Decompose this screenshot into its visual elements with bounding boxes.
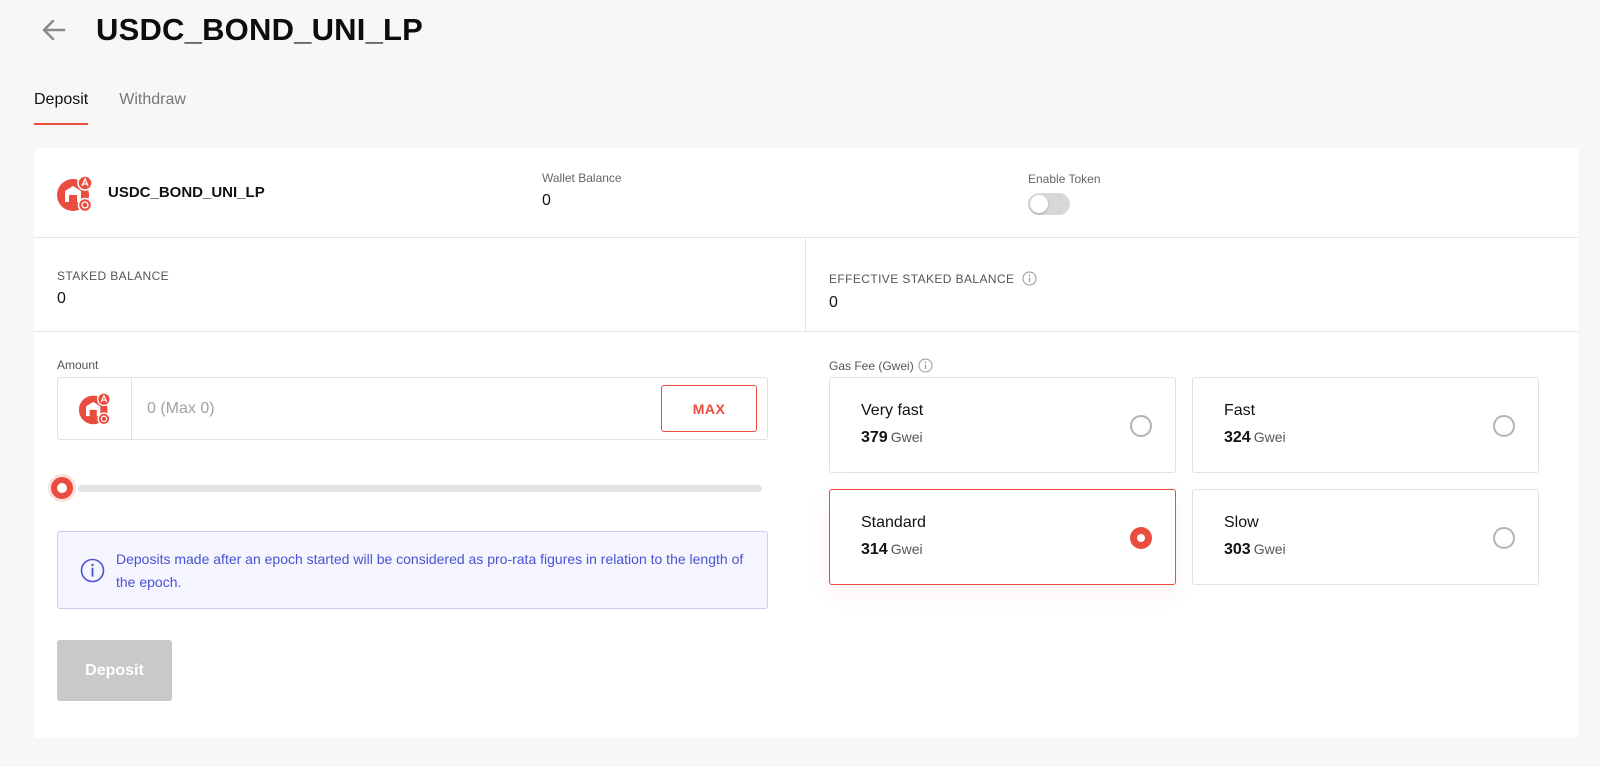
effective-staked-label: EFFECTIVE STAKED BALANCE (829, 271, 1015, 286)
gas-radio[interactable] (1493, 527, 1515, 549)
gas-option-value: 379 Gwei (861, 429, 923, 446)
info-icon[interactable] (1022, 271, 1037, 286)
epoch-notice: Deposits made after an epoch started wil… (57, 531, 768, 609)
gas-option-name: Fast (1224, 402, 1256, 419)
gas-option-value: 303 Gwei (1224, 541, 1286, 558)
token-logo-icon (78, 391, 111, 425)
gas-option-name: Standard (861, 514, 926, 531)
tab-bar: Deposit Withdraw (34, 86, 217, 125)
gas-option-standard[interactable]: Standard 314 Gwei (829, 489, 1176, 585)
toggle-knob (1030, 195, 1048, 213)
page-title: USDC_BOND_UNI_LP (96, 12, 424, 47)
max-button[interactable]: MAX (661, 385, 757, 432)
gas-option-name: Slow (1224, 514, 1259, 531)
gas-option-very-fast[interactable]: Very fast 379 Gwei (829, 377, 1176, 473)
tab-withdraw[interactable]: Withdraw (119, 86, 186, 125)
amount-slider-track[interactable] (78, 485, 762, 492)
gas-fee-label: Gas Fee (Gwei) (829, 358, 914, 373)
notice-text: Deposits made after an epoch started wil… (116, 551, 744, 590)
info-icon[interactable] (918, 358, 933, 373)
token-info-row: USDC_BOND_UNI_LP Wallet Balance 0 Enable… (34, 148, 1578, 238)
tab-deposit[interactable]: Deposit (34, 86, 89, 125)
deposit-button[interactable]: Deposit (57, 640, 172, 701)
enable-token-toggle[interactable] (1028, 193, 1070, 215)
gas-radio[interactable] (1130, 415, 1152, 437)
effective-staked-label-wrap: EFFECTIVE STAKED BALANCE (829, 271, 1037, 286)
gas-option-name: Very fast (861, 402, 924, 419)
amount-slider-thumb[interactable] (51, 477, 73, 499)
gas-option-value: 314 Gwei (861, 541, 923, 558)
staked-row: STAKED BALANCE 0 EFFECTIVE STAKED BALANC… (34, 238, 1578, 332)
token-logo-icon (57, 175, 93, 213)
amount-field: MAX (57, 377, 768, 440)
gas-radio[interactable] (1493, 415, 1515, 437)
amount-token-cell (58, 378, 132, 439)
gas-fee-label-wrap: Gas Fee (Gwei) (829, 358, 933, 373)
token-name: USDC_BOND_UNI_LP (108, 184, 265, 201)
gas-radio-selected[interactable] (1130, 527, 1152, 549)
amount-label: Amount (57, 358, 99, 372)
deposit-card: USDC_BOND_UNI_LP Wallet Balance 0 Enable… (34, 148, 1578, 738)
gas-option-slow[interactable]: Slow 303 Gwei (1192, 489, 1539, 585)
gas-option-fast[interactable]: Fast 324 Gwei (1192, 377, 1539, 473)
back-button[interactable] (36, 12, 72, 48)
staked-balance-label: STAKED BALANCE (57, 269, 170, 283)
amount-input[interactable] (147, 395, 647, 423)
gas-option-value: 324 Gwei (1224, 429, 1286, 446)
arrow-left-icon (42, 19, 66, 41)
enable-token-label: Enable Token (1028, 172, 1101, 186)
wallet-balance-label: Wallet Balance (542, 171, 622, 185)
page-header: USDC_BOND_UNI_LP (36, 8, 423, 52)
staked-balance-value: 0 (57, 290, 66, 307)
effective-staked-value: 0 (829, 294, 838, 311)
wallet-balance-value: 0 (542, 192, 551, 209)
info-icon (80, 558, 105, 583)
staked-balance-cell: STAKED BALANCE 0 (34, 238, 806, 331)
